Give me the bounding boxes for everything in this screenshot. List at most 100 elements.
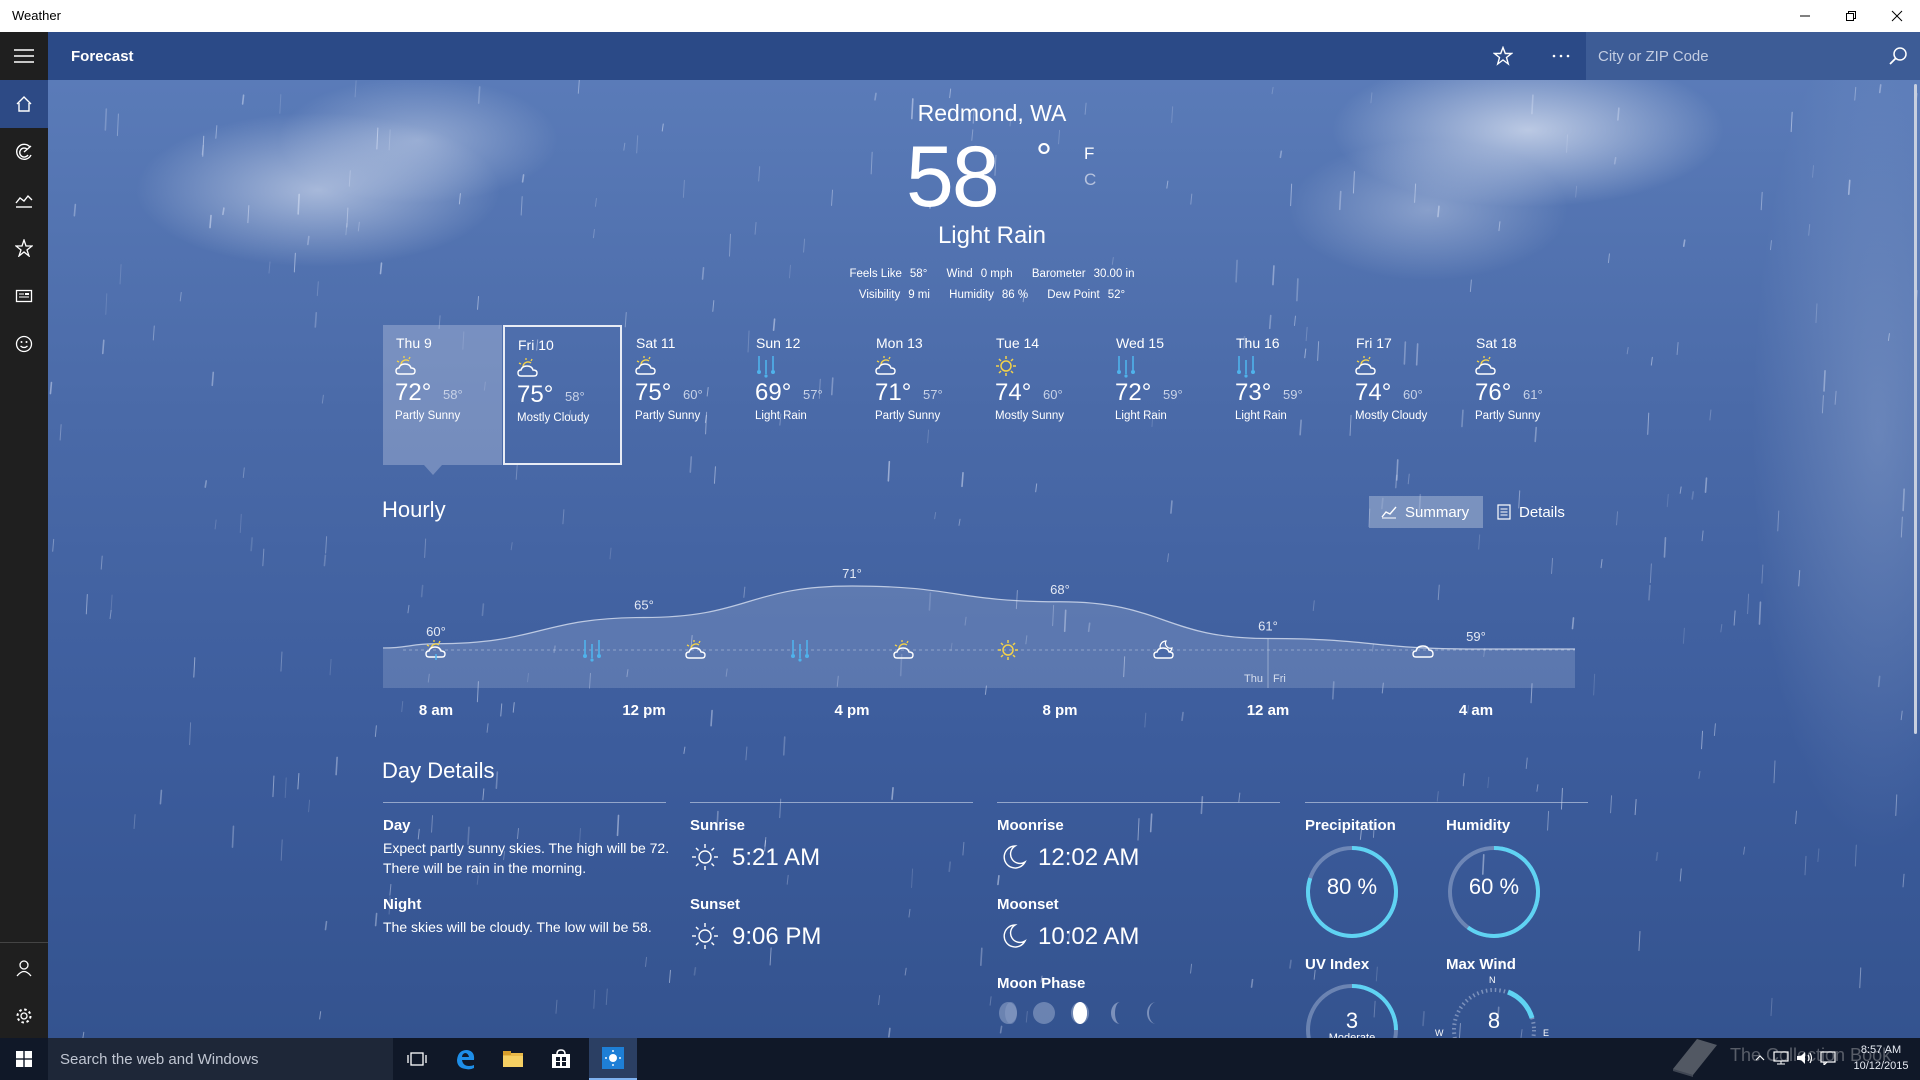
partly-sunny-icon — [395, 356, 416, 375]
day-condition: Partly Sunny — [635, 410, 701, 422]
raindrop — [1575, 185, 1578, 198]
search-button[interactable] — [1876, 32, 1920, 80]
precipitation-value: 80 % — [1326, 874, 1378, 899]
raindrop — [1289, 959, 1292, 969]
raindrop — [1747, 593, 1750, 615]
taskbar-search-box[interactable]: Search the web and Windows — [48, 1038, 393, 1080]
details-button[interactable]: Details — [1485, 496, 1579, 528]
raindrop — [329, 658, 332, 676]
day-condition: Partly Sunny — [395, 410, 461, 422]
nav-maps[interactable] — [0, 128, 48, 176]
raindrop — [189, 722, 192, 746]
daily-forecast-day[interactable]: Thu 16 73° 59° Light Rain — [1223, 325, 1342, 465]
title-bar: Weather — [0, 0, 1920, 32]
humidity-value: 86 % — [1001, 289, 1029, 301]
daily-forecast-day[interactable]: Thu 9 72° 58° Partly Sunny — [383, 325, 502, 465]
raindrop — [831, 189, 834, 206]
day-condition: Light Rain — [1115, 410, 1167, 422]
raindrop — [1238, 792, 1241, 803]
raindrop — [520, 196, 523, 216]
nav-news[interactable] — [0, 272, 48, 320]
hamburger-icon — [14, 49, 34, 63]
day-low: 59° — [1283, 387, 1303, 402]
raindrop — [958, 518, 961, 526]
daily-forecast-day[interactable]: Sun 12 69° 57° Light Rain — [743, 325, 862, 465]
moonrise-icon — [1003, 845, 1027, 869]
hamburger-menu-button[interactable] — [0, 32, 48, 80]
minimize-button[interactable] — [1782, 0, 1828, 32]
daily-forecast-day[interactable]: Tue 14 74° 60° Mostly Sunny — [983, 325, 1102, 465]
nav-places[interactable] — [0, 224, 48, 272]
page-title: Forecast — [71, 48, 134, 65]
raindrop — [668, 969, 671, 983]
weather-taskbar-button[interactable] — [589, 1038, 637, 1080]
raindrop — [948, 861, 952, 873]
max-wind-value: 8 — [1487, 1008, 1501, 1033]
unit-celsius-toggle[interactable]: C — [1084, 170, 1096, 190]
daily-forecast-day[interactable]: Sat 11 75° 60° Partly Sunny — [623, 325, 742, 465]
daily-forecast-day[interactable]: Fri 17 74° 60° Mostly Cloudy — [1343, 325, 1462, 465]
restore-button[interactable] — [1828, 0, 1874, 32]
daily-forecast-day[interactable]: Fri 10 75° 58° Mostly Cloudy — [503, 325, 622, 465]
raindrop — [431, 815, 434, 833]
raindrop — [1647, 412, 1650, 435]
close-button[interactable] — [1874, 0, 1920, 32]
nav-settings[interactable] — [0, 992, 48, 1040]
raindrop — [100, 555, 103, 570]
unit-fahrenheit-toggle[interactable]: F — [1084, 144, 1094, 164]
task-view-button[interactable] — [393, 1038, 441, 1080]
account-icon — [16, 960, 32, 977]
store-taskbar-button[interactable] — [537, 1038, 585, 1080]
volume-icon[interactable] — [1796, 1051, 1814, 1065]
add-favorite-button[interactable] — [1479, 32, 1527, 80]
smiley-icon — [15, 335, 33, 353]
raindrop — [1058, 129, 1061, 145]
nav-life[interactable] — [0, 320, 48, 368]
partly-sunny-icon — [875, 356, 896, 375]
raindrop — [1823, 370, 1826, 392]
raindrop — [354, 80, 357, 98]
raindrop — [1760, 191, 1763, 211]
vertical-scrollbar[interactable] — [1912, 80, 1920, 1038]
raindrop — [1437, 205, 1440, 218]
settings-icon — [16, 1008, 32, 1024]
daily-forecast-day[interactable]: Mon 13 71° 57° Partly Sunny — [863, 325, 982, 465]
nav-account[interactable] — [0, 944, 48, 992]
raindrop — [308, 799, 311, 813]
sunrise-icon — [692, 844, 718, 870]
raindrop — [1200, 796, 1204, 815]
wind: Wind 0 mph — [943, 268, 1017, 280]
humidity-label: Humidity — [949, 289, 994, 301]
day-condition: Light Rain — [755, 410, 807, 422]
nav-historical-weather[interactable] — [0, 176, 48, 224]
raindrop — [1709, 409, 1712, 421]
summary-button[interactable]: Summary — [1369, 496, 1483, 528]
action-center-icon[interactable] — [1820, 1051, 1836, 1065]
network-icon[interactable] — [1773, 1051, 1789, 1065]
tray-chevron-button[interactable] — [1752, 1050, 1768, 1066]
raindrop — [636, 135, 639, 154]
nav-forecast[interactable] — [0, 80, 48, 128]
edge-taskbar-button[interactable] — [441, 1038, 489, 1080]
raindrop — [1536, 784, 1539, 792]
hourly-time-label: 12 am — [1247, 702, 1290, 719]
file-explorer-taskbar-button[interactable] — [489, 1038, 537, 1080]
raindrop — [1877, 675, 1881, 688]
raindrop — [1560, 787, 1563, 810]
search-input[interactable] — [1586, 32, 1876, 80]
more-options-button[interactable] — [1537, 32, 1585, 80]
store-icon — [552, 1049, 570, 1068]
raindrop — [1795, 810, 1798, 825]
system-clock[interactable]: 8:57 AM 10/12/2015 — [1850, 1042, 1912, 1074]
daily-forecast-day[interactable]: Wed 15 72° 59° Light Rain — [1103, 325, 1222, 465]
scrollbar-thumb[interactable] — [1914, 84, 1917, 734]
raindrop — [1743, 846, 1746, 855]
daily-forecast-day[interactable]: Sat 18 76° 61° Partly Sunny — [1463, 325, 1582, 465]
raindrop — [1798, 570, 1801, 587]
raindrop — [1812, 165, 1815, 178]
raindrop — [222, 207, 225, 216]
day-high: 72° — [1115, 379, 1152, 406]
start-button[interactable] — [0, 1038, 48, 1080]
forecast-content: Redmond, WA 58 ° F C Light Rain Feels Li… — [48, 80, 1920, 1038]
raindrop — [49, 381, 53, 395]
